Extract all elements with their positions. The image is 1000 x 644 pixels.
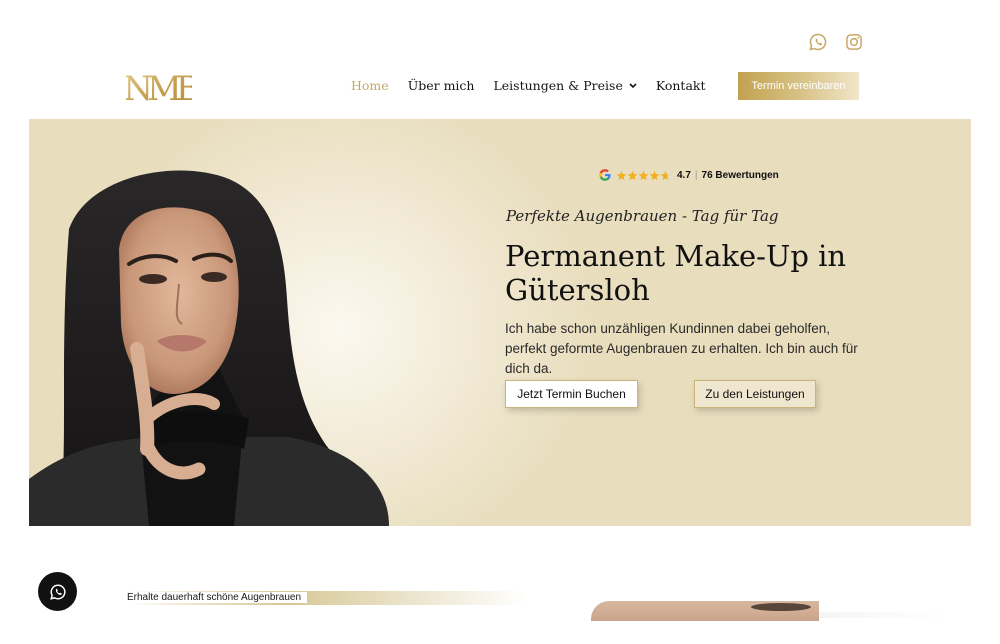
rating-count: 76 Bewertungen bbox=[701, 169, 779, 181]
social-links bbox=[808, 32, 864, 52]
nav-item-home[interactable]: Home bbox=[351, 78, 389, 93]
star-icon bbox=[638, 170, 649, 180]
chevron-down-icon bbox=[629, 82, 637, 88]
whatsapp-chat-button[interactable] bbox=[38, 572, 77, 611]
google-rating[interactable]: 4.7 | 76 Bewertungen bbox=[598, 168, 779, 182]
whatsapp-icon[interactable] bbox=[808, 32, 828, 52]
whatsapp-icon bbox=[49, 583, 66, 600]
star-half-icon bbox=[660, 170, 671, 180]
services-button[interactable]: Zu den Leistungen bbox=[694, 380, 816, 408]
book-appointment-button[interactable]: Termin vereinbaren bbox=[738, 72, 859, 100]
page: NMB Home Über mich Leistungen & Preise K… bbox=[0, 0, 1000, 644]
logo-monogram: NMB bbox=[126, 69, 192, 109]
nav-item-services[interactable]: Leistungen & Preise bbox=[493, 78, 637, 93]
card-shadow bbox=[820, 612, 950, 618]
star-icon bbox=[627, 170, 638, 180]
rating-separator: | bbox=[694, 169, 698, 181]
nav-item-label: Leistungen & Preise bbox=[493, 78, 623, 93]
section-tag: Erhalte dauerhaft schöne Augenbrauen bbox=[127, 591, 527, 605]
hero-tagline: Perfekte Augenbrauen - Tag für Tag bbox=[506, 207, 779, 225]
book-now-button[interactable]: Jetzt Termin Buchen bbox=[505, 380, 638, 408]
nav-item-contact[interactable]: Kontakt bbox=[656, 78, 706, 93]
rating-score: 4.7 bbox=[677, 169, 691, 181]
rating-stars bbox=[616, 170, 671, 181]
instagram-icon[interactable] bbox=[844, 32, 864, 52]
nav-item-label: Über mich bbox=[407, 78, 475, 93]
hero-lead-text: Ich habe schon unzähligen Kundinnen dabe… bbox=[505, 321, 858, 376]
main-nav: Home Über mich Leistungen & Preise Konta… bbox=[351, 78, 725, 93]
brand-logo[interactable]: NMB bbox=[126, 60, 192, 112]
hero-headline: Permanent Make-Up in Gütersloh bbox=[505, 239, 847, 307]
eyebrow-shape bbox=[751, 603, 811, 611]
star-icon bbox=[649, 170, 660, 180]
nav-item-label: Kontakt bbox=[655, 78, 706, 93]
model-portrait-image bbox=[29, 170, 389, 526]
star-icon bbox=[616, 170, 627, 180]
hero-section: 4.7 | 76 Bewertungen Perfekte Augenbraue… bbox=[29, 119, 971, 526]
nav-item-about[interactable]: Über mich bbox=[408, 78, 475, 93]
nav-item-label: Home bbox=[351, 78, 389, 93]
section-tag-text: Erhalte dauerhaft schöne Augenbrauen bbox=[127, 592, 308, 603]
google-icon bbox=[599, 169, 611, 181]
eyebrow-preview-image bbox=[591, 601, 819, 621]
